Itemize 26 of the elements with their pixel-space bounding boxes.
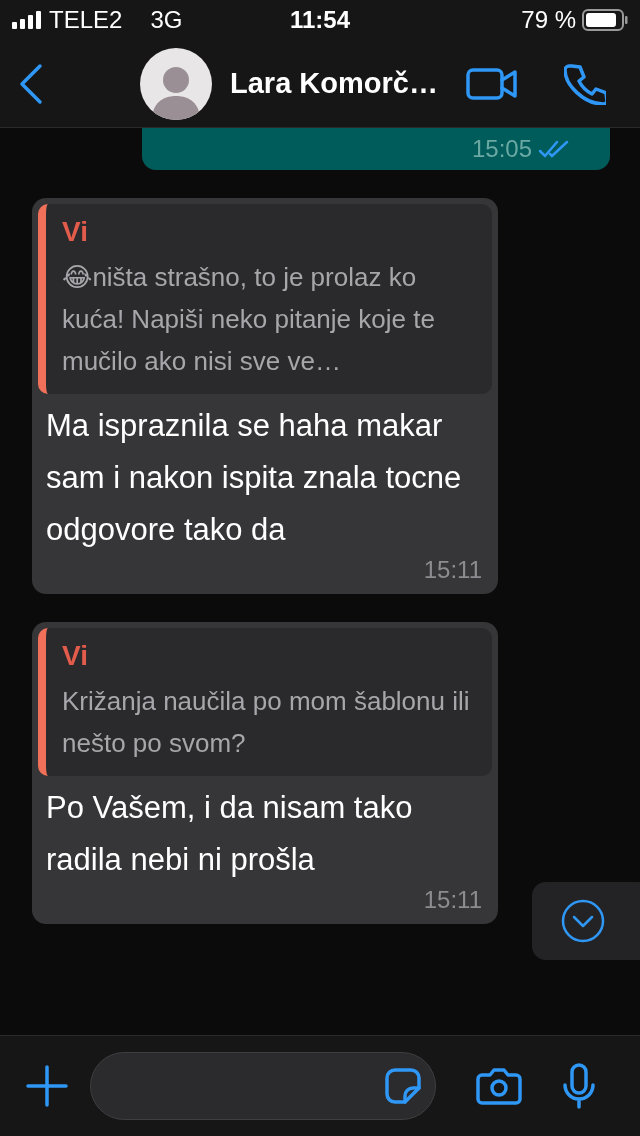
signal-icon [12,11,41,29]
camera-icon[interactable] [476,1067,522,1105]
phone-icon[interactable] [563,62,606,105]
message-text: Po Vašem, i da nisam tako radila nebi ni prošla [45,789,414,879]
plus-icon[interactable] [26,1065,68,1107]
quoted-message[interactable]: Vi Križanja naučila po mom šablonu ili nešto po svom? [38,628,492,776]
microphone-icon[interactable] [562,1063,596,1109]
battery-icon [582,9,628,31]
scroll-down-button[interactable] [532,882,640,960]
quote-text: 😂ništa strašno, to je prolaz ko kuća! Napiši neko pitanje koje te mučilo ako nisi sve ve… [62,261,436,378]
contact-name[interactable]: Lara Komorč… [230,67,438,100]
quote-author: Vi [62,216,89,248]
quote-text: Križanja naučila po mom šablonu ili nešto po svom? [62,685,471,760]
quoted-message[interactable]: Vi 😂ništa strašno, to je prolaz ko kuća! Napiši neko pitanje koje te mučilo ako nisi sve ve… [38,204,492,394]
carrier-name: TELE2 [49,6,123,34]
status-time: 11:54 [289,6,351,33]
sticker-icon[interactable] [385,1068,421,1104]
network-type: 3G [150,6,183,34]
quote-author: Vi [62,640,89,672]
video-call-icon[interactable] [465,66,518,101]
message-text: Ma ispraznila se haha makar sam i nakon ispita znala tocne odgovore tako da [45,407,463,549]
message-time: 15:11 [423,886,482,914]
message-time: 15:05 [471,135,532,163]
battery-percent: 79 % [521,6,576,34]
message-time: 15:11 [423,556,482,584]
chevron-down-icon [560,898,606,944]
